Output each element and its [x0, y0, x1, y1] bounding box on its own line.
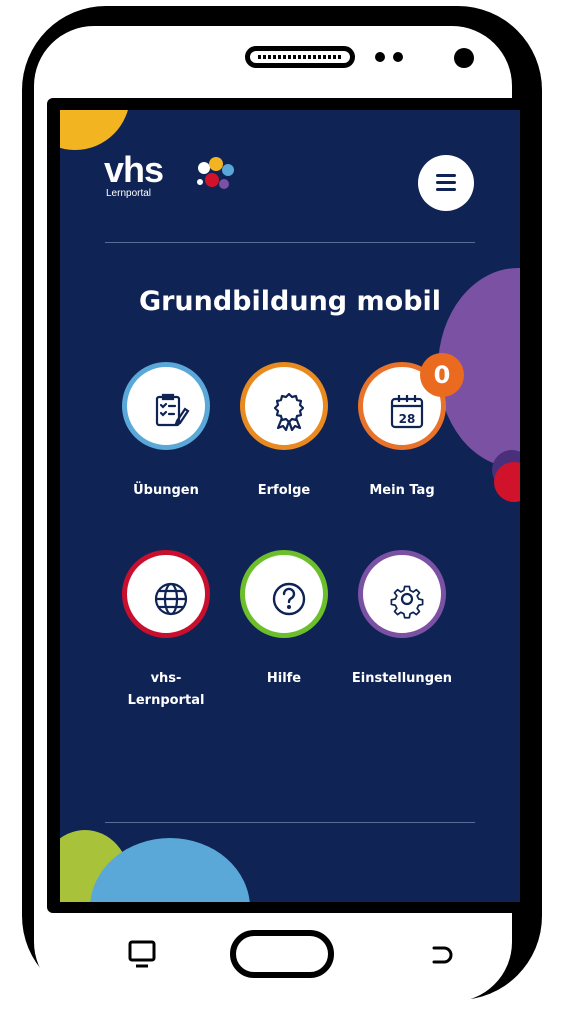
- app-screen: vhs Lernportal Grundbildung mobil Übunge…: [60, 110, 520, 902]
- tile-label: vhs- Lernportal: [127, 671, 205, 708]
- sensor-dot: [375, 52, 385, 62]
- menu-button[interactable]: [418, 155, 474, 211]
- screen-cast-icon[interactable]: [128, 940, 156, 970]
- header-divider: [105, 242, 475, 243]
- logo-text: vhs: [104, 149, 164, 190]
- decor-blob-yellow: [60, 110, 130, 150]
- speaker-grill: [245, 46, 355, 68]
- hamburger-menu-icon: [436, 181, 456, 184]
- calendar-icon: 28: [390, 395, 424, 429]
- award-ribbon-icon: [273, 392, 305, 431]
- tile-label: Hilfe: [266, 671, 302, 686]
- clipboard-check-icon: [155, 393, 190, 427]
- hamburger-menu-icon: [436, 174, 456, 177]
- svg-text:28: 28: [399, 412, 416, 426]
- tile-label: Erfolge: [257, 483, 311, 498]
- home-button[interactable]: [230, 930, 334, 978]
- logo-dots-icon: [197, 157, 234, 189]
- tile-circle: [122, 362, 210, 450]
- tile-label: Übungen: [133, 483, 199, 498]
- decor-blob-red: [494, 462, 520, 502]
- page-title: Grundbildung mobil: [138, 286, 442, 317]
- tile-circle: [240, 550, 328, 638]
- vhs-logo[interactable]: vhs Lernportal: [104, 149, 234, 199]
- tile-circle: [240, 362, 328, 450]
- hamburger-menu-icon: [436, 188, 456, 191]
- notification-badge: 0: [420, 353, 464, 397]
- footer-divider: [105, 822, 475, 823]
- gear-icon: [390, 585, 424, 619]
- tile-circle: [358, 550, 446, 638]
- help-question-icon: [272, 582, 306, 616]
- return-icon[interactable]: [430, 945, 454, 965]
- tile-circle: [122, 550, 210, 638]
- tile-label: Einstellungen: [351, 671, 453, 686]
- globe-icon: [154, 582, 188, 616]
- sensor-dot: [393, 52, 403, 62]
- tile-label: Mein Tag: [369, 483, 435, 498]
- front-camera: [454, 48, 474, 68]
